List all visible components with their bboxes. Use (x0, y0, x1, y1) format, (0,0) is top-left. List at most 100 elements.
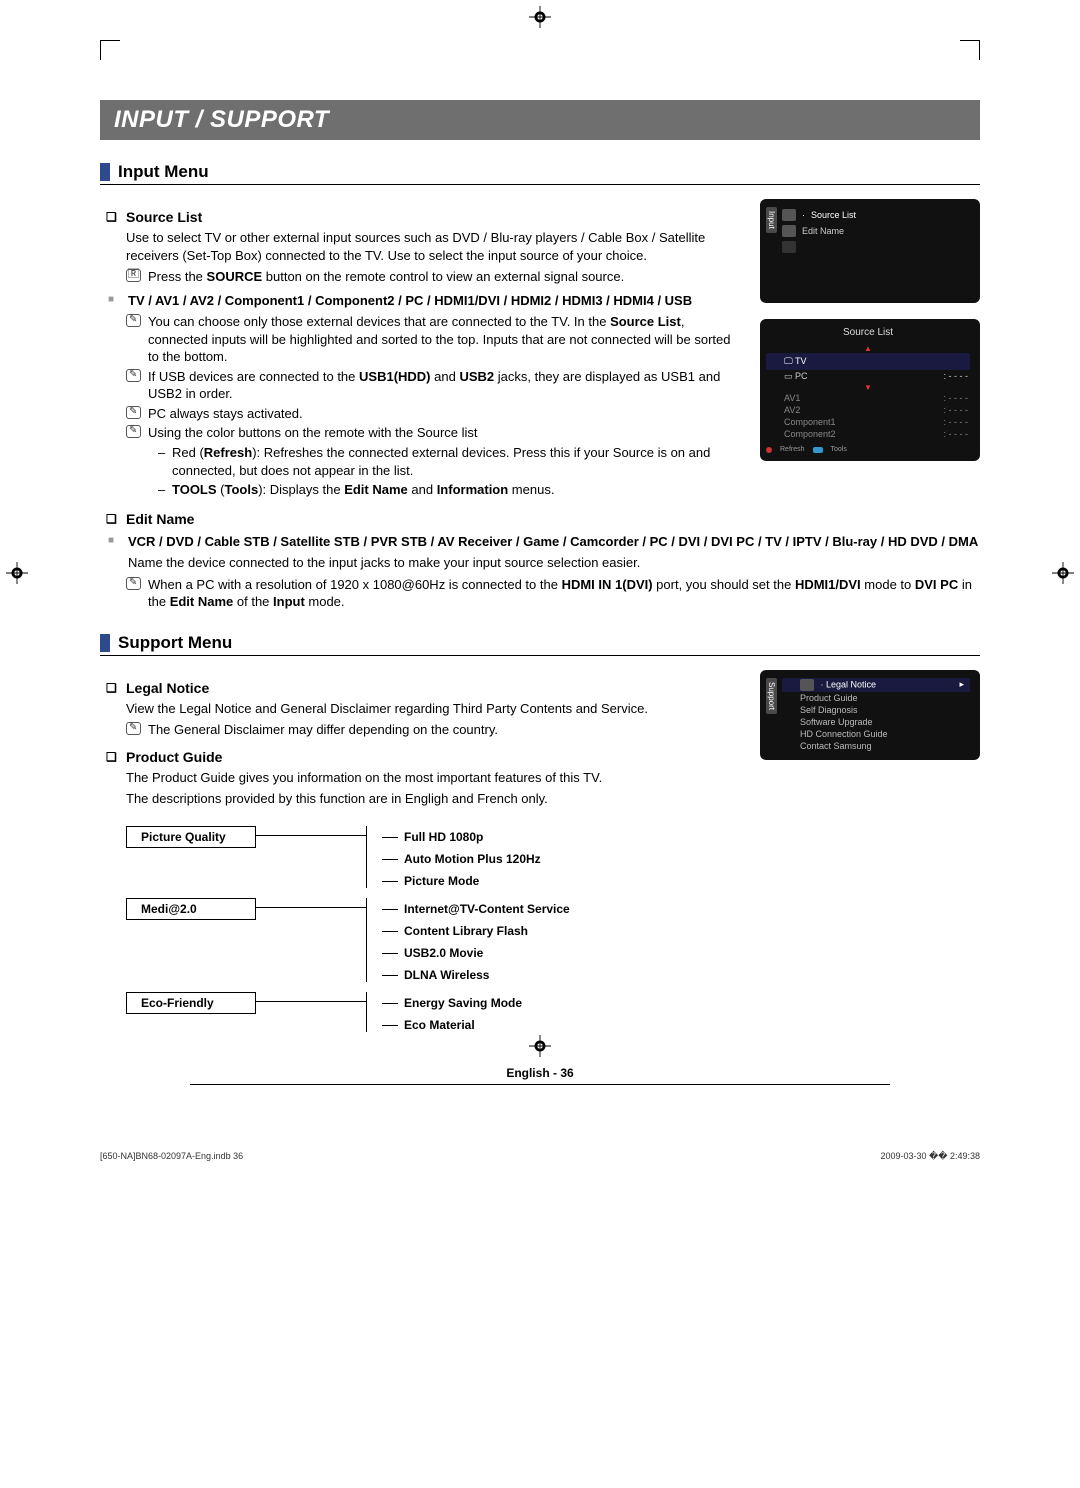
tree-group: Picture Quality (126, 826, 256, 848)
osd-item: Component2 (784, 429, 836, 439)
print-footer: [650-NA]BN68-02097A-Eng.indb 36 2009-03-… (0, 1145, 1080, 1162)
osd-item: Software Upgrade (782, 716, 970, 728)
triangle-down-icon: ▼ (766, 383, 970, 392)
text: You can choose only those external devic… (148, 314, 610, 329)
osd-foot-label: Tools (831, 446, 847, 453)
osd-item: TV (795, 356, 807, 366)
chevron-right-icon: ▸ (959, 679, 964, 691)
page-footer: English - 36 (100, 1066, 980, 1080)
blank-icon (782, 241, 796, 253)
osd-item: Contact Samsung (782, 740, 970, 752)
text: ( (217, 482, 225, 497)
inputs-list: TV / AV1 / AV2 / Component1 / Component2… (128, 292, 742, 310)
page-banner: INPUT / SUPPORT (100, 100, 980, 140)
note: Using the color buttons on the remote wi… (148, 424, 742, 442)
osd-value: : - - - - (944, 405, 969, 415)
tree-group: Medi@2.0 (126, 898, 256, 920)
osd-side-tab: Support (766, 678, 777, 714)
note: If USB devices are connected to the USB1… (148, 368, 742, 403)
subhead-product-guide: Product Guide (126, 749, 742, 765)
body-text: The Product Guide gives you information … (126, 769, 742, 787)
osd-side-tab: Input (766, 207, 777, 233)
subhead-legal-notice: Legal Notice (126, 680, 742, 696)
note: PC always stays activated. (148, 405, 742, 423)
section-title: Support Menu (118, 633, 232, 653)
text: mode to (861, 577, 915, 592)
osd-value: : - - - - (944, 393, 969, 403)
osd-input-menu: Input · Source List Edit Name (760, 199, 980, 303)
text-bold: USB2 (459, 369, 494, 384)
registration-mark-bottom (529, 1035, 551, 1057)
edit-icon (782, 225, 796, 237)
text-bold: Information (437, 482, 509, 497)
tree-item: Full HD 1080p (404, 826, 483, 848)
dash-note: Red (Refresh): Refreshes the connected e… (172, 444, 742, 479)
plug-icon (782, 209, 796, 221)
tree-item: Auto Motion Plus 120Hz (404, 848, 541, 870)
body-text: The descriptions provided by this functi… (126, 790, 742, 808)
text: ): Refreshes the connected external devi… (172, 445, 710, 478)
body-text: Use to select TV or other external input… (126, 229, 742, 264)
doc-icon (800, 679, 814, 691)
osd-item: Product Guide (782, 692, 970, 704)
text-bold: Refresh (204, 445, 252, 460)
text-bold: TOOLS (172, 482, 217, 497)
tools-icon (813, 447, 823, 453)
text-bold: Edit Name (344, 482, 408, 497)
text-bold: Input (273, 594, 305, 609)
tree-item: Energy Saving Mode (404, 992, 522, 1014)
text: When a PC with a resolution of 1920 x 10… (148, 577, 562, 592)
tree-item: Eco Material (404, 1014, 475, 1036)
osd-item: Legal Notice (826, 679, 876, 689)
registration-mark-left (6, 562, 28, 584)
crop-mark (960, 40, 980, 60)
osd-item: Self Diagnosis (782, 704, 970, 716)
crop-mark (100, 40, 120, 60)
note: You can choose only those external devic… (148, 313, 742, 366)
osd-item: Edit Name (802, 226, 844, 236)
text: and (408, 482, 437, 497)
osd-item: PC (795, 371, 808, 381)
osd-title: Source List (766, 327, 970, 338)
text: ): Displays the (258, 482, 344, 497)
registration-mark-right (1052, 562, 1074, 584)
osd-item: Component1 (784, 417, 836, 427)
text: Red ( (172, 445, 204, 460)
osd-value: : - - - - (944, 417, 969, 427)
body-text: View the Legal Notice and General Discla… (126, 700, 742, 718)
osd-value: : - - - - (944, 429, 969, 439)
red-dot-icon (766, 447, 772, 453)
osd-item: AV2 (784, 405, 800, 415)
text: button on the remote control to view an … (262, 269, 624, 284)
osd-source-list: Source List ▲ 🖵 TV ▭ PC: - - - - ▼ AV1: … (760, 319, 980, 461)
osd-value: : - - - - (944, 371, 969, 382)
text-bold: DVI PC (915, 577, 958, 592)
text: and (431, 369, 460, 384)
text-bold: Edit Name (170, 594, 234, 609)
registration-mark-top (529, 6, 551, 28)
section-block-icon (100, 163, 110, 181)
section-support-menu: Support Menu (100, 633, 980, 656)
note: The General Disclaimer may differ depend… (148, 721, 742, 739)
tree-item: Content Library Flash (404, 920, 528, 942)
text: Press the (148, 269, 207, 284)
remote-note: Press the SOURCE button on the remote co… (148, 268, 742, 286)
text: menus. (508, 482, 554, 497)
body-text: Name the device connected to the input j… (128, 554, 980, 572)
note: When a PC with a resolution of 1920 x 10… (148, 576, 980, 611)
osd-item: HD Connection Guide (782, 728, 970, 740)
tree-item: Internet@TV-Content Service (404, 898, 570, 920)
text: mode. (305, 594, 345, 609)
text-bold: Source List (610, 314, 681, 329)
text-bold: HDMI IN 1(DVI) (562, 577, 653, 592)
product-guide-tree: Picture Quality Full HD 1080p Auto Motio… (126, 826, 980, 1036)
section-input-menu: Input Menu (100, 162, 980, 185)
text-bold: Tools (225, 482, 259, 497)
text-bold: SOURCE (207, 269, 263, 284)
print-file: [650-NA]BN68-02097A-Eng.indb 36 (100, 1151, 243, 1162)
osd-item: Source List (811, 210, 856, 220)
osd-support-menu: Support · Legal Notice▸ Product Guide Se… (760, 670, 980, 760)
subhead-edit-name: Edit Name (126, 511, 980, 527)
text-bold: USB1(HDD) (359, 369, 431, 384)
section-title: Input Menu (118, 162, 209, 182)
